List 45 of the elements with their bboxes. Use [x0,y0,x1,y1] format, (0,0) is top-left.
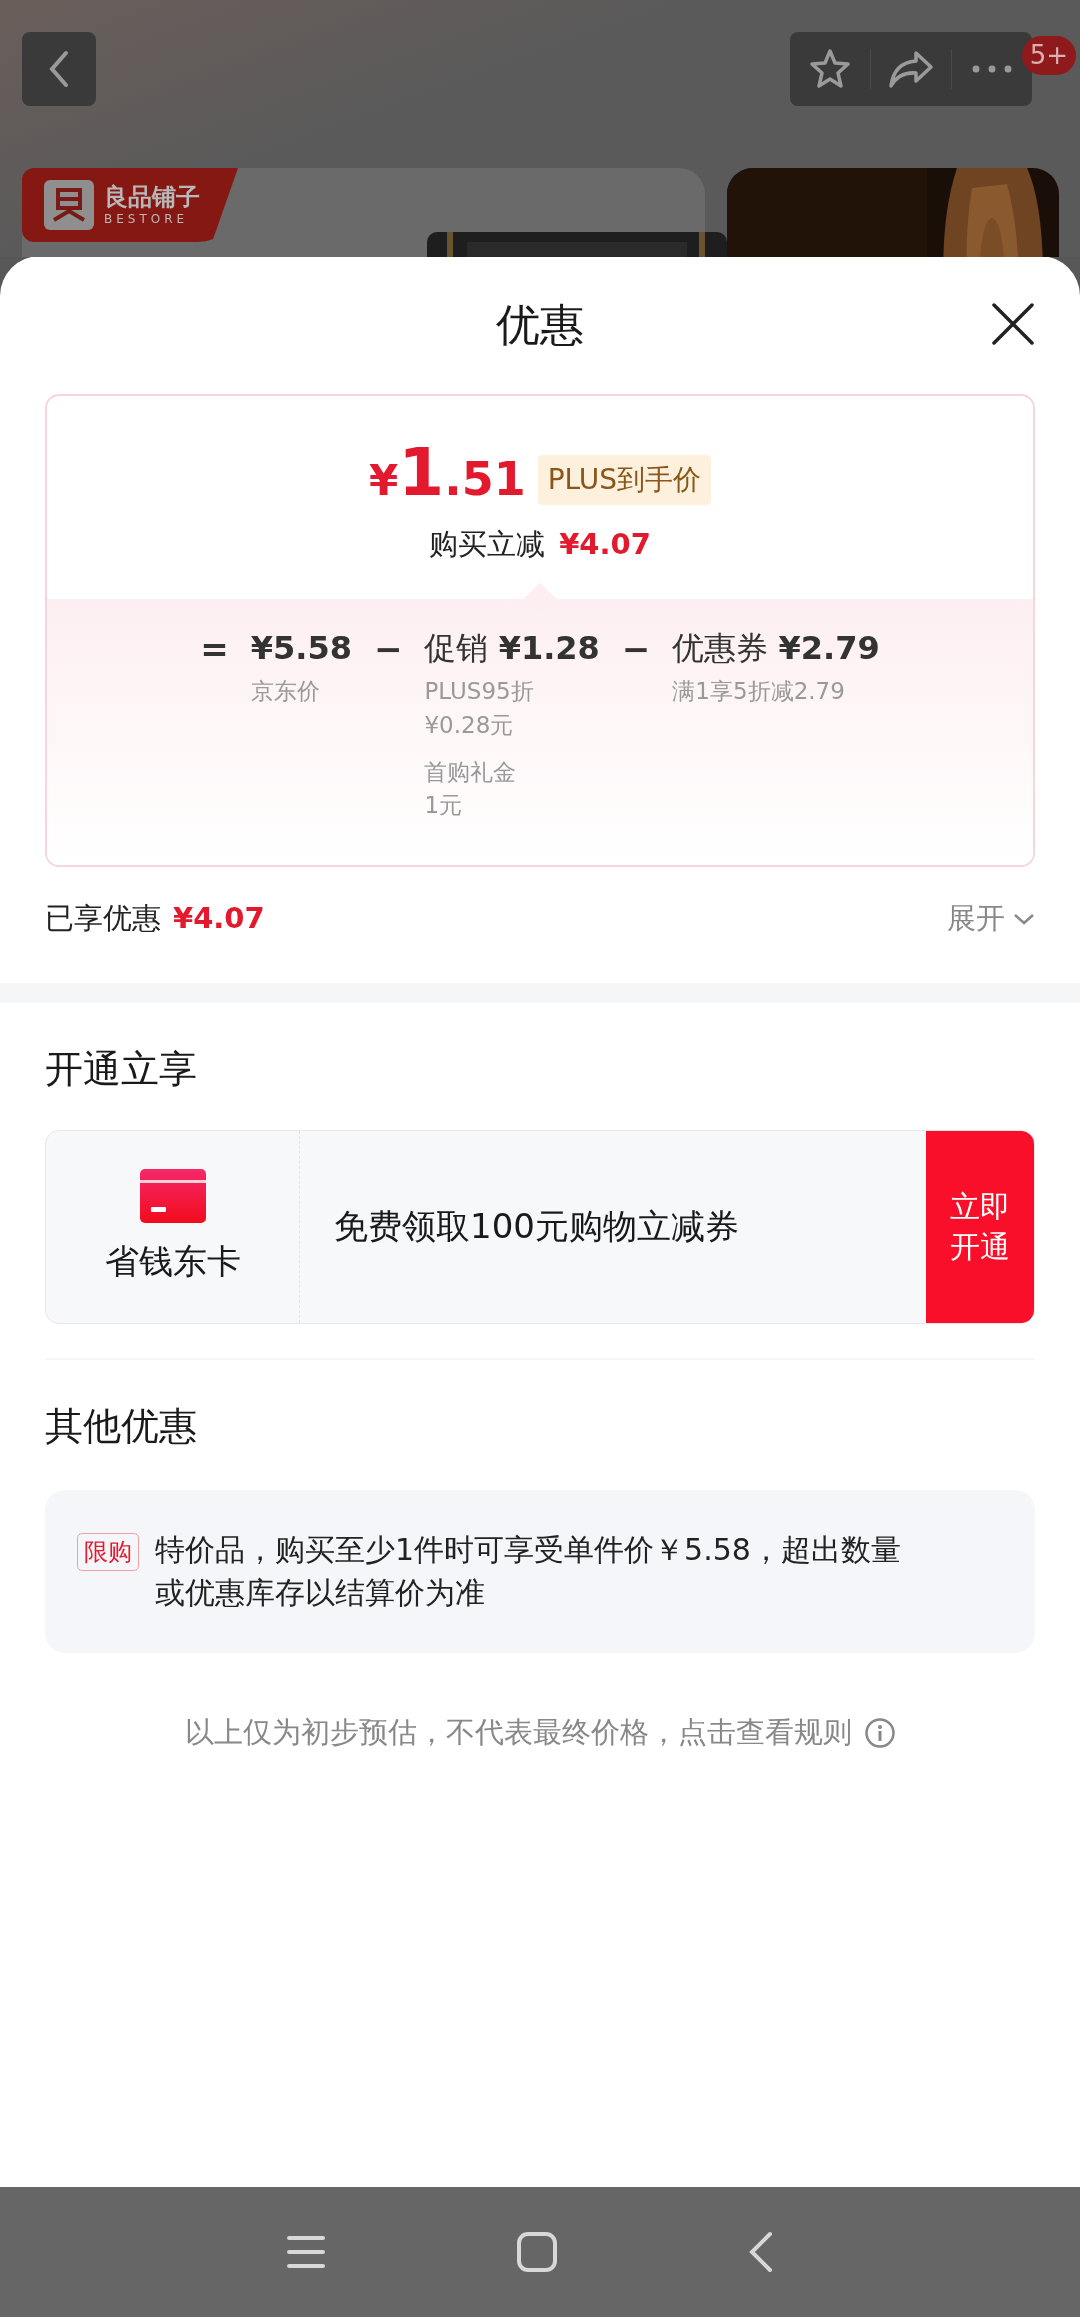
operator: = [200,629,229,670]
offer-text: 免费领取100元购物立减券 [333,1205,740,1249]
breakdown-amount: 促销 ¥1.28 [424,629,600,668]
expand-toggle[interactable]: 展开 [947,898,1035,939]
back-icon [48,50,70,88]
info-icon [863,1716,896,1749]
final-price: ¥1.51 [369,440,526,506]
square-icon [516,2231,558,2273]
section-heading: 其他优惠 [45,1404,198,1450]
brand-name: 良品铺子 [104,185,200,209]
breakdown-caption: 满1享5折减2.79 [672,677,846,707]
limit-tag: 限购 [77,1532,139,1571]
sheet-title: 优惠 [496,297,584,352]
breakdown-note: 首购礼金 1元 [424,758,518,821]
back-button[interactable] [22,32,96,106]
close-button[interactable] [991,302,1035,346]
recent-apps-button[interactable] [286,2234,326,2270]
back-nav-button[interactable] [748,2231,774,2273]
rules-link[interactable]: 以上仅为初步预估，不代表最终价格，点击查看规则 [184,1712,896,1753]
total-saving: 已享优惠 ¥4.07 [45,899,265,937]
activate-button[interactable]: 立即开通 [926,1131,1034,1324]
notification-badge: 5+ [1021,36,1076,76]
breakdown-note: PLUS95折 ¥0.28元 [424,677,535,740]
card-icon [139,1169,206,1224]
section-heading: 开通立享 [45,1046,198,1093]
brand-subtitle: BESTORE [104,213,190,225]
breakdown-amount: ¥5.58 [250,629,352,668]
saving-amount: ¥4.07 [559,527,651,561]
operator: − [621,629,651,670]
menu-icon [286,2234,326,2270]
brand-logo-icon [44,180,94,230]
operator: − [373,629,403,670]
price-tag: PLUS到手价 [537,455,711,505]
chevron-icon [1013,911,1035,926]
back-icon [748,2231,774,2273]
offer-description: 特价品，购买至少1件时可享受单件价￥5.58，超出数量或优惠库存以结算价为准 [155,1530,902,1613]
more-icon [972,65,1012,73]
saving-label: 购买立减 [429,526,546,563]
close-icon [991,302,1035,346]
card-name: 省钱东卡 [104,1240,241,1284]
share-icon [888,49,934,89]
breakdown-caption: 京东价 [250,677,321,707]
breakdown-amount: 优惠券 ¥2.79 [672,629,880,668]
star-icon [808,47,852,91]
home-button[interactable] [516,2231,558,2273]
